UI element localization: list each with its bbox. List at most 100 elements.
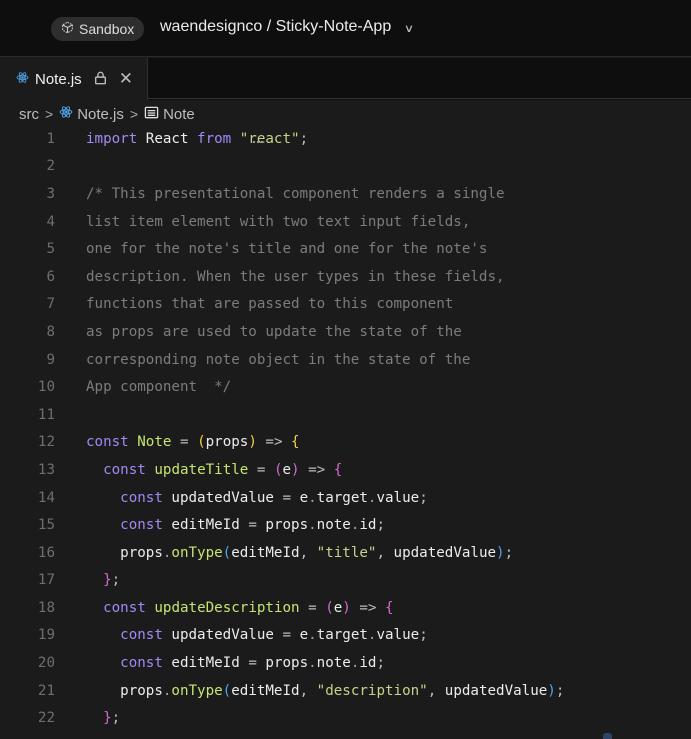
line-number: 18 xyxy=(37,599,55,616)
code-line[interactable]: 1 import React from "react"; xyxy=(0,125,691,153)
code-line[interactable]: 19 const updatedValue = e.target.value; xyxy=(0,622,691,650)
code-token: "description" xyxy=(316,682,428,699)
code-line[interactable]: 14 const updatedValue = e.target.value; xyxy=(0,484,691,512)
code-line[interactable]: 18 const updateDescription = (e) => { xyxy=(0,594,691,622)
code-text: props.onType(editMeId, "description", up… xyxy=(86,683,564,699)
line-number: 17 xyxy=(37,572,55,589)
code-token: note xyxy=(316,655,351,672)
close-icon[interactable]: ✕ xyxy=(119,69,133,89)
repo-selector[interactable]: waendesignco / Sticky-Note-App ∨ xyxy=(160,18,415,36)
lock-icon xyxy=(88,69,107,89)
line-number: 13 xyxy=(37,461,55,478)
code-token: import xyxy=(86,130,138,147)
code-token: const xyxy=(120,627,163,644)
code-token: updatedValue xyxy=(162,627,283,644)
code-token: React xyxy=(137,130,198,147)
code-line[interactable]: 16 props.onType(editMeId, "title", updat… xyxy=(0,539,691,567)
code-text: props.onType(editMeId, "title", updatedV… xyxy=(86,545,513,561)
code-token: target xyxy=(316,627,368,644)
code-token: ; xyxy=(376,517,386,534)
code-token: ( xyxy=(325,599,334,616)
code-text: const editMeId = props.note.id; xyxy=(86,655,385,671)
code-token: const xyxy=(120,489,163,506)
code-token: => xyxy=(256,434,292,451)
line-number: 3 xyxy=(46,185,55,202)
tab-note-js[interactable]: Note.js ✕ xyxy=(0,58,148,100)
code-token: corresponding note object in the state o… xyxy=(86,351,471,368)
line-number: 22 xyxy=(37,710,55,727)
code-token: editMeId xyxy=(231,544,300,561)
line-number: 12 xyxy=(37,434,55,451)
code-editor[interactable]: 1 import React from "react"; 2 3 /* This pre… xyxy=(0,125,691,732)
code-token: updatedValue xyxy=(444,682,548,699)
code-text: const updateTitle = (e) => { xyxy=(86,462,342,478)
code-token: ; xyxy=(419,489,428,506)
line-number: 16 xyxy=(37,544,55,561)
breadcrumb-item-symbol[interactable]: Note xyxy=(163,106,195,123)
code-line[interactable]: 10 App component */ xyxy=(0,373,691,401)
breadcrumb-item-file[interactable]: Note.js xyxy=(77,106,124,123)
code-line[interactable]: 3 /* This presentational component render… xyxy=(0,180,691,208)
code-token: functions that are passed to this compon… xyxy=(86,296,454,313)
code-token: } xyxy=(103,710,112,727)
code-token: ( xyxy=(222,682,232,699)
code-token: ( xyxy=(222,544,232,561)
code-line[interactable]: 11 xyxy=(0,401,691,429)
code-token: e xyxy=(291,489,309,506)
breadcrumb-item-src[interactable]: src xyxy=(19,106,39,123)
code-token: updatedValue xyxy=(162,489,283,506)
code-text: import React from "react"; xyxy=(86,131,308,147)
symbol-icon xyxy=(144,105,159,124)
code-token: ; xyxy=(299,130,309,147)
code-line[interactable]: 17 }; xyxy=(0,567,691,595)
line-number: 15 xyxy=(37,517,55,534)
line-number: 7 xyxy=(46,296,55,313)
code-token: id xyxy=(359,517,377,534)
code-line[interactable]: 9 corresponding note object in the state … xyxy=(0,346,691,374)
scrollbar-thumb[interactable] xyxy=(603,733,612,739)
code-token: ) xyxy=(291,461,300,478)
code-token: ; xyxy=(504,544,514,561)
code-token: const xyxy=(103,599,146,616)
line-number: 8 xyxy=(46,323,55,340)
editor-tab-bar: Note.js ✕ xyxy=(0,58,691,100)
code-line[interactable]: 21 props.onType(editMeId, "description",… xyxy=(0,677,691,705)
code-hint-dots[interactable] xyxy=(253,141,265,144)
code-token: ; xyxy=(111,710,121,727)
code-line[interactable]: 4 list item element with two text input f… xyxy=(0,208,691,236)
code-line[interactable]: 2 xyxy=(0,153,691,181)
code-token: from xyxy=(197,130,232,147)
line-number: 21 xyxy=(37,682,55,699)
chevron-down-icon[interactable]: ∨ xyxy=(404,22,414,35)
code-token: ) xyxy=(547,682,556,699)
code-token: , xyxy=(299,682,317,699)
code-line[interactable]: 5 one for the note's title and one for th… xyxy=(0,235,691,263)
code-token: updateDescription xyxy=(154,599,300,616)
code-token: = xyxy=(282,627,292,644)
code-line[interactable]: 15 const editMeId = props.note.id; xyxy=(0,511,691,539)
code-token: ) xyxy=(342,599,351,616)
code-token: onType xyxy=(171,544,223,561)
code-line[interactable]: 6 description. When the user types in the… xyxy=(0,263,691,291)
code-token: value xyxy=(376,489,420,506)
code-token: . xyxy=(308,489,317,506)
code-token: { xyxy=(385,599,394,616)
code-token: , xyxy=(376,544,394,561)
code-line[interactable]: 13 const updateTitle = (e) => { xyxy=(0,456,691,484)
code-token: ; xyxy=(555,682,565,699)
code-line[interactable]: 7 functions that are passed to this compo… xyxy=(0,291,691,319)
code-line[interactable]: 12 const Note = (props) => { xyxy=(0,429,691,457)
code-line[interactable]: 22 }; xyxy=(0,704,691,732)
code-line[interactable]: 20 const editMeId = props.note.id; xyxy=(0,649,691,677)
code-token: description. When the user types in thes… xyxy=(86,268,505,285)
sandbox-badge[interactable]: Sandbox xyxy=(51,17,145,41)
code-text: description. When the user types in thes… xyxy=(86,269,505,285)
code-text: const updateDescription = (e) => { xyxy=(86,599,394,616)
code-line[interactable]: 8 as props are used to update the state o… xyxy=(0,318,691,346)
code-token: ; xyxy=(111,572,121,589)
code-token: as props are used to update the state of… xyxy=(86,323,462,340)
